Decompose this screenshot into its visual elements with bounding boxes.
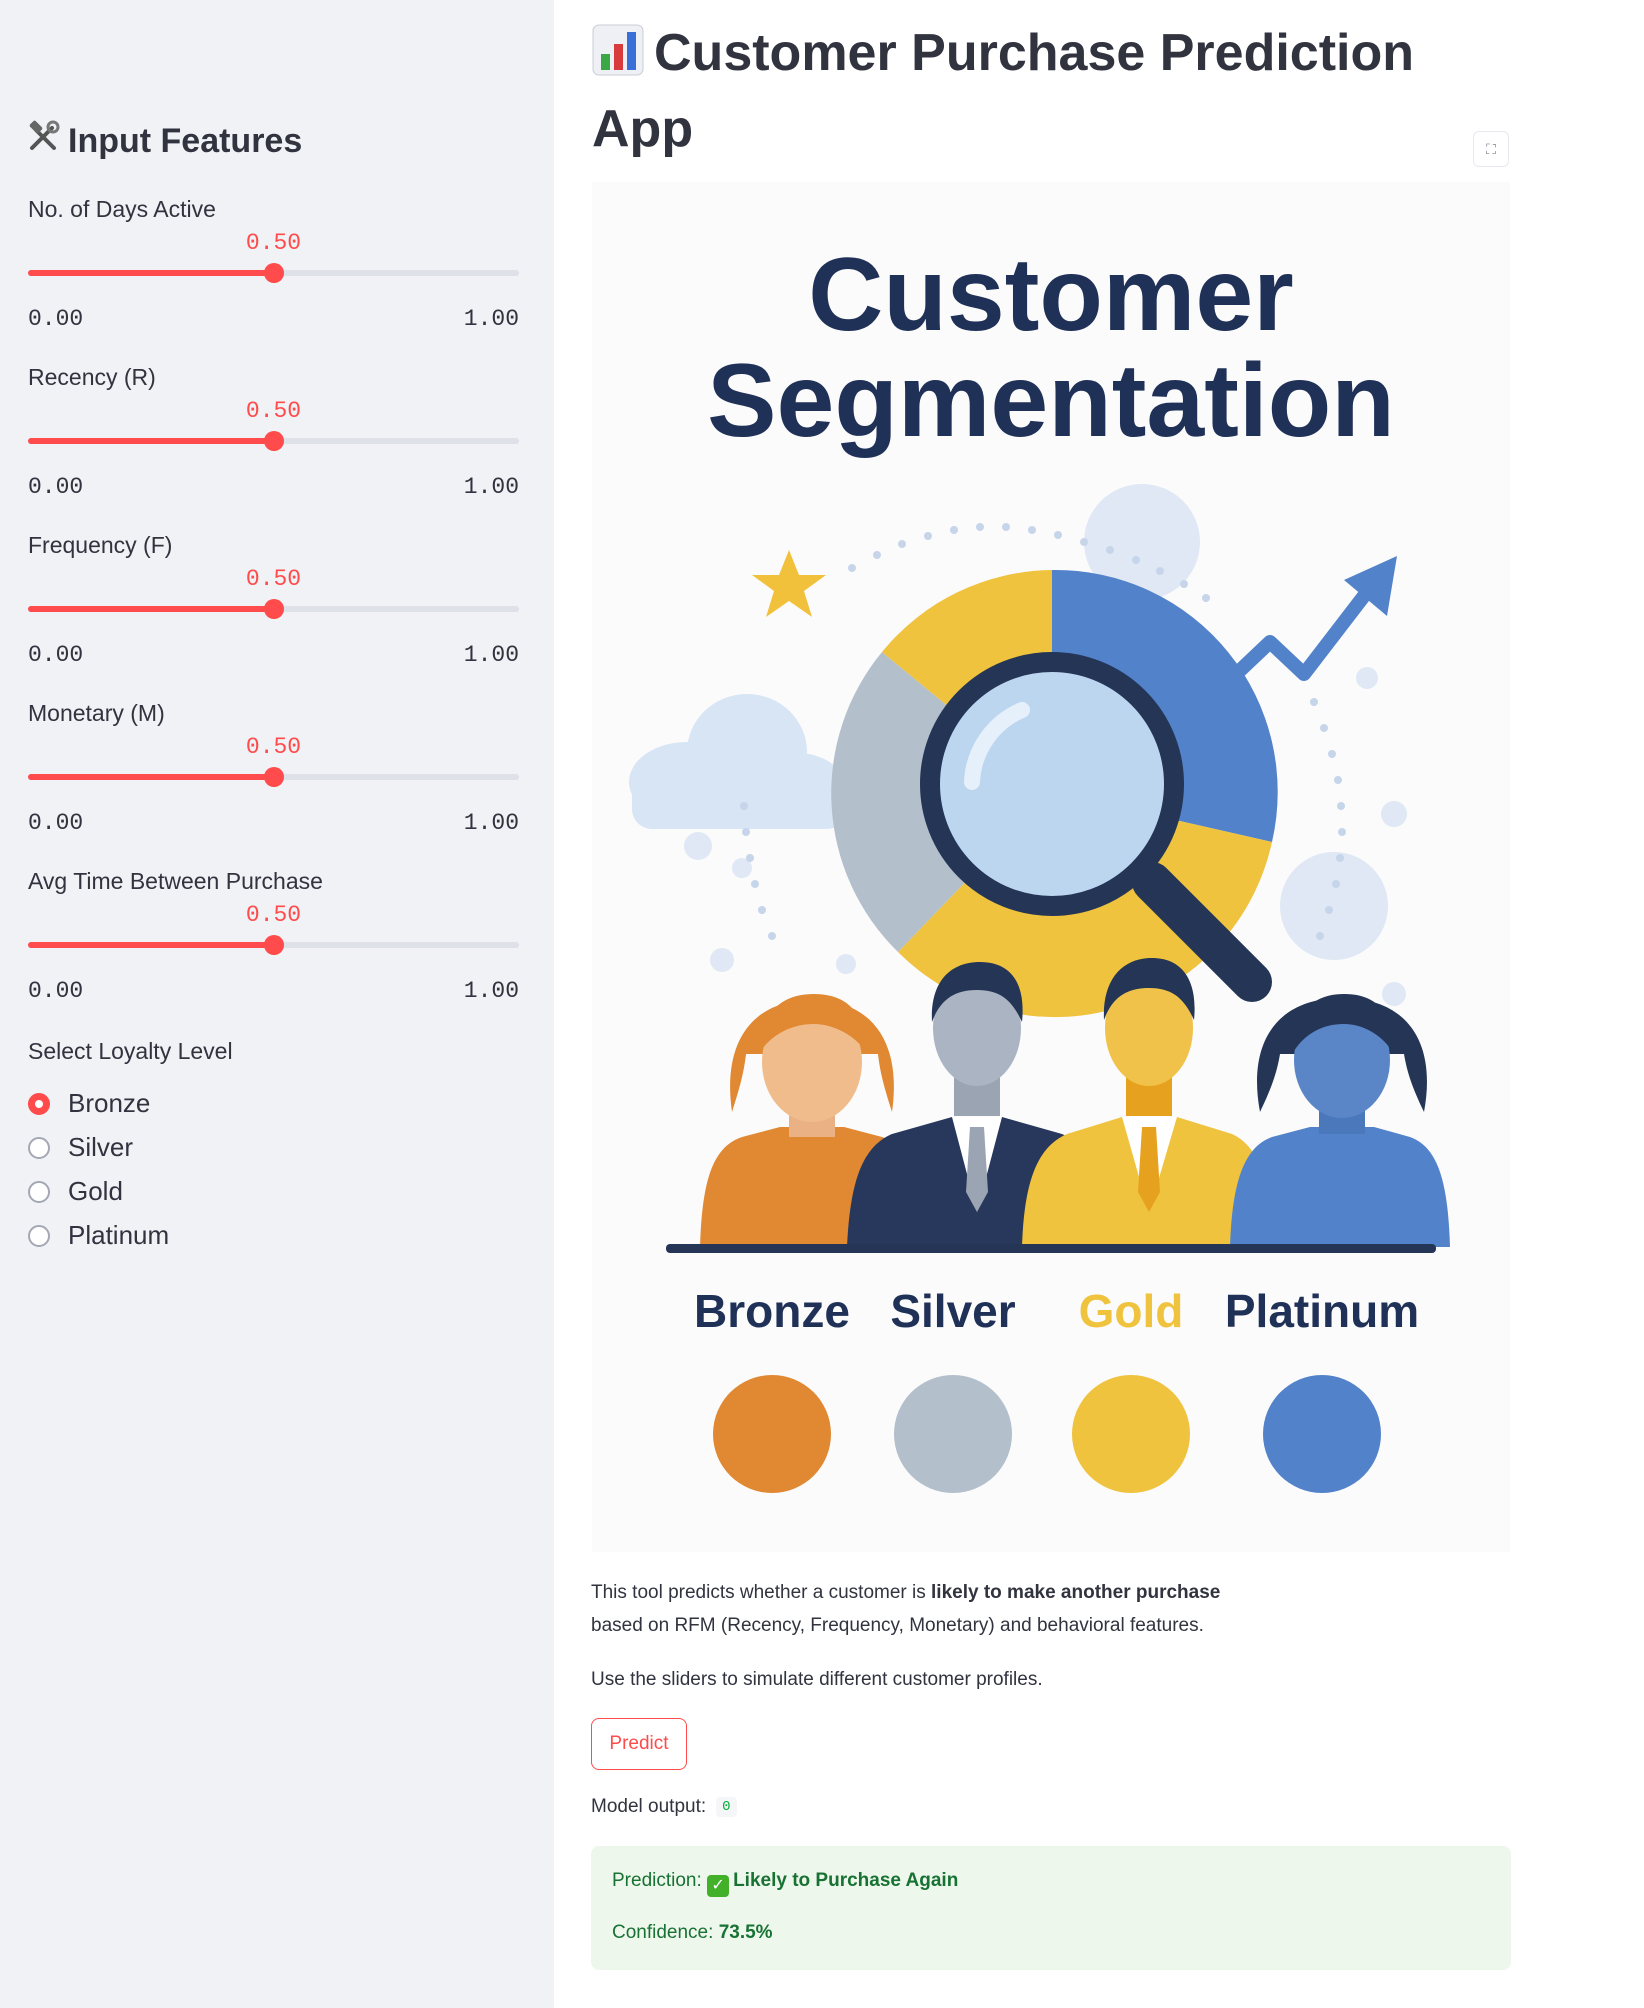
page-title: Customer Purchase Prediction App [592, 18, 1492, 164]
slider-thumb[interactable] [263, 935, 284, 955]
prediction-value: Likely to Purchase Again [733, 1870, 959, 1891]
radio-label: Gold [68, 1176, 123, 1206]
slider-max: 1.00 [463, 642, 519, 668]
prediction-label: Prediction: [612, 1870, 702, 1891]
fullscreen-expand-button[interactable]: ⛶ [1473, 131, 1509, 167]
slider-fill [28, 270, 274, 276]
description-line1: This tool predicts whether a customer is… [591, 1576, 1220, 1609]
slider-value: 0.50 [245, 734, 302, 760]
slider-min: 0.00 [28, 642, 84, 668]
radio-label: Silver [68, 1132, 134, 1162]
description-line2: based on RFM (Recency, Frequency, Moneta… [591, 1615, 1204, 1636]
slider-4[interactable]: Avg Time Between Purchase 0.50 0.00 1.00 [28, 868, 519, 1018]
slider-thumb[interactable] [263, 263, 284, 283]
model-output-label: Model output: [591, 1796, 707, 1817]
slider-thumb[interactable] [263, 767, 284, 787]
prediction-row: Prediction: ✓ Likely to Purchase Again [612, 1870, 958, 1897]
slider-fill [28, 942, 274, 948]
slider-min: 0.00 [28, 978, 84, 1004]
radio-label: Bronze [68, 1088, 151, 1118]
slider-max: 1.00 [463, 978, 519, 1004]
slider-2[interactable]: Frequency (F) 0.50 0.00 1.00 [28, 532, 519, 682]
loyalty-label: Select Loyalty Level [28, 1038, 233, 1064]
slider-label: Frequency (F) [28, 532, 173, 558]
radio-label: Platinum [68, 1220, 170, 1250]
segmentation-poster-image: Customer Segmentation Bronze Silver Gold… [592, 182, 1510, 1552]
sidebar-title-text: Input Features [68, 122, 303, 160]
slider-value: 0.50 [245, 230, 302, 256]
model-output-value: 0 [716, 1797, 737, 1817]
loyalty-radio-platinum[interactable]: Platinum [28, 1220, 169, 1251]
sidebar-title: Input Features [26, 120, 302, 163]
predict-button[interactable]: Predict [591, 1718, 687, 1770]
slider-value: 0.50 [245, 398, 302, 424]
slider-label: Avg Time Between Purchase [28, 868, 323, 894]
expand-icon: ⛶ [1486, 140, 1496, 157]
description-line3: Use the sliders to simulate different cu… [591, 1669, 1043, 1690]
segment-label-silver: Silver [890, 1285, 1016, 1337]
segment-color-circle-platinum [1263, 1375, 1381, 1493]
slider-3[interactable]: Monetary (M) 0.50 0.00 1.00 [28, 700, 519, 850]
prediction-result-box: Prediction: ✓ Likely to Purchase Again Co… [591, 1846, 1511, 1970]
segment-label-gold: Gold [1078, 1285, 1184, 1337]
slider-fill [28, 606, 274, 612]
segment-label-platinum: Platinum [1224, 1285, 1420, 1337]
radio-button[interactable] [28, 1224, 50, 1247]
slider-value: 0.50 [245, 902, 302, 928]
slider-label: Recency (R) [28, 364, 156, 390]
segment-label-bronze: Bronze [694, 1285, 850, 1337]
loyalty-radio-gold[interactable]: Gold [28, 1176, 123, 1207]
description-line1-bold: likely to make another purchase [931, 1582, 1221, 1603]
page-title-text: Customer Purchase Prediction App [592, 24, 1414, 158]
slider-0[interactable]: No. of Days Active 0.50 0.00 1.00 [28, 196, 519, 346]
model-output: Model output: 0 [591, 1796, 737, 1818]
slider-value: 0.50 [245, 566, 302, 592]
description-line1-prefix: This tool predicts whether a customer is [591, 1582, 932, 1603]
slider-min: 0.00 [28, 810, 84, 836]
slider-min: 0.00 [28, 474, 84, 500]
confidence-row: Confidence: 73.5% [612, 1922, 773, 1944]
slider-label: Monetary (M) [28, 700, 165, 726]
loyalty-radio-silver[interactable]: Silver [28, 1132, 133, 1163]
loyalty-radio-bronze[interactable]: Bronze [28, 1088, 150, 1119]
hammer-wrench-icon [26, 120, 60, 163]
confidence-label: Confidence: [612, 1922, 714, 1943]
radio-button[interactable] [28, 1136, 50, 1159]
slider-max: 1.00 [463, 474, 519, 500]
slider-max: 1.00 [463, 810, 519, 836]
check-mark-icon: ✓ [707, 1875, 730, 1897]
confidence-value: 73.5% [718, 1922, 773, 1943]
segment-color-circle-gold [1072, 1375, 1190, 1493]
radio-button[interactable] [28, 1180, 50, 1203]
slider-max: 1.00 [463, 306, 519, 332]
slider-fill [28, 774, 274, 780]
bar-chart-icon [592, 24, 644, 94]
radio-button[interactable] [28, 1092, 50, 1115]
segment-color-circle-silver [894, 1375, 1012, 1493]
segment-color-circle-bronze [713, 1375, 831, 1493]
slider-thumb[interactable] [263, 599, 284, 619]
slider-fill [28, 438, 274, 444]
slider-thumb[interactable] [263, 431, 284, 451]
sidebar: Input Features No. of Days Active 0.50 0.0… [0, 0, 554, 2008]
segmentation-illustration [629, 484, 1450, 1253]
slider-min: 0.00 [28, 306, 84, 332]
slider-1[interactable]: Recency (R) 0.50 0.00 1.00 [28, 364, 519, 514]
slider-label: No. of Days Active [28, 196, 216, 222]
